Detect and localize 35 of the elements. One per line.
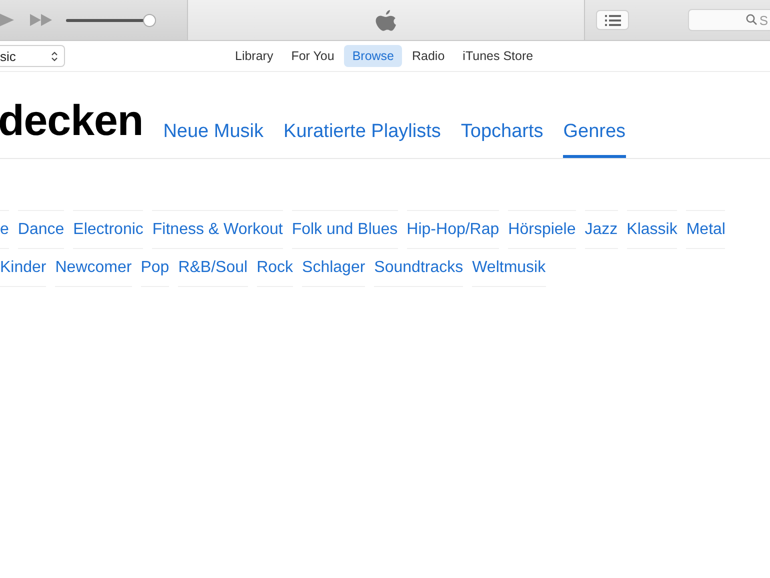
genre-link[interactable]: Klassik <box>626 210 678 249</box>
source-dropdown[interactable]: sic <box>0 45 65 67</box>
search-field[interactable]: S <box>688 9 770 31</box>
genre-link[interactable]: Newcomer <box>55 249 132 287</box>
genre-link[interactable]: R&B/Soul <box>178 249 248 287</box>
genre-link[interactable]: Kinder <box>0 249 46 287</box>
genre-link[interactable]: Soundtracks <box>374 249 464 287</box>
section-tab[interactable]: Topcharts <box>460 121 544 158</box>
genre-link[interactable]: Pop <box>140 249 170 287</box>
section-tab[interactable]: Genres <box>563 121 626 158</box>
nav-tab[interactable]: For You <box>283 45 342 67</box>
volume-slider[interactable] <box>66 14 157 26</box>
genre-link[interactable]: Folk und Blues <box>292 210 398 249</box>
nav-tab[interactable]: Radio <box>404 45 453 67</box>
nav-tab[interactable]: Browse <box>344 45 402 67</box>
list-icon <box>604 14 620 26</box>
genre-link[interactable]: Fitness & Workout <box>152 210 283 249</box>
genre-link[interactable]: Electronic <box>73 210 144 249</box>
genre-link[interactable]: e <box>0 210 9 249</box>
list-button[interactable] <box>596 10 629 30</box>
genre-link[interactable]: Metal <box>686 210 726 249</box>
section-tab[interactable]: Neue Musik <box>163 121 264 158</box>
apple-logo-icon <box>375 7 397 33</box>
genre-link[interactable]: Hörspiele <box>508 210 576 249</box>
search-icon <box>746 14 757 25</box>
genre-link[interactable]: Dance <box>18 210 64 249</box>
genre-link[interactable]: Schlager <box>302 249 366 287</box>
genre-link[interactable]: Rock <box>256 249 294 287</box>
nav-tab[interactable]: iTunes Store <box>454 45 542 67</box>
genre-link[interactable]: Jazz <box>584 210 618 249</box>
genre-link[interactable]: Hip-Hop/Rap <box>406 210 500 249</box>
genre-link[interactable]: Weltmusik <box>472 249 546 287</box>
nav-tab[interactable]: Library <box>227 45 282 67</box>
section-tab[interactable]: Kuratierte Playlists <box>284 121 441 158</box>
chevron-updown-icon <box>51 50 58 62</box>
